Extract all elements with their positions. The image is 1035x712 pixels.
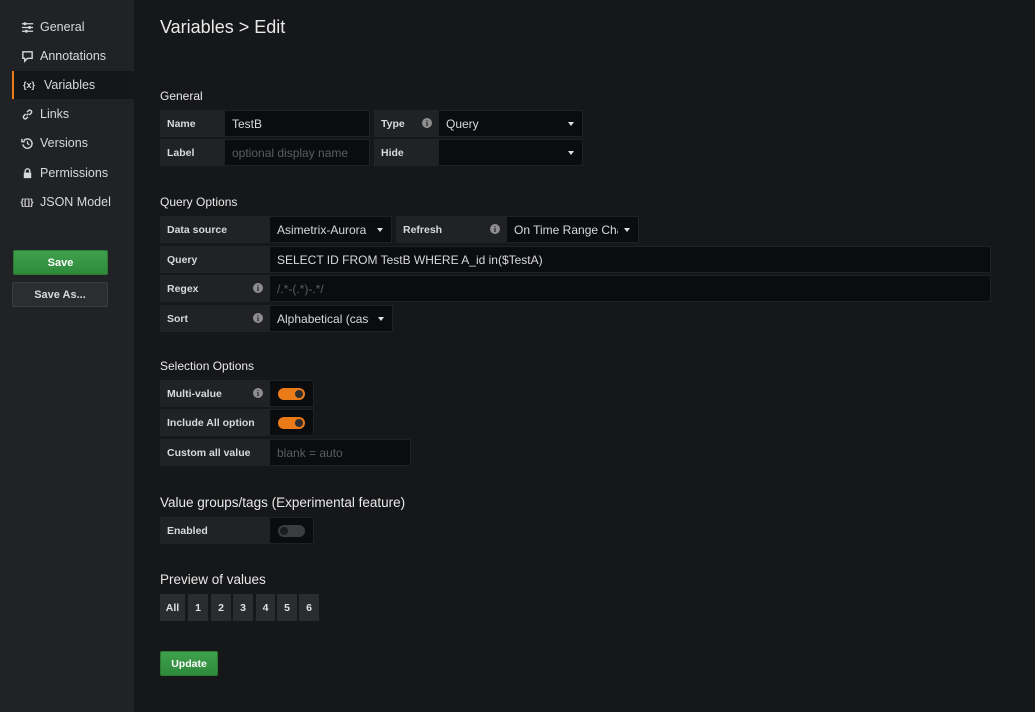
page-title: Variables > Edit: [160, 17, 286, 37]
query-input[interactable]: SELECT ID FROM TestB WHERE A_id in($Test…: [269, 246, 991, 273]
refresh-label: Refresh i: [396, 216, 506, 243]
section-preview-heading: Preview of values: [160, 572, 266, 587]
preview-value-chip: 5: [277, 594, 297, 621]
label-input[interactable]: optional display name: [224, 139, 370, 166]
update-button[interactable]: Update: [160, 651, 218, 676]
json-icon: {[]}: [20, 197, 34, 207]
sidebar-item-links[interactable]: Links: [12, 100, 134, 128]
preview-value-chip: 1: [188, 594, 208, 621]
preview-value-chip: 3: [233, 594, 253, 621]
custom-all-input[interactable]: blank = auto: [269, 439, 411, 466]
link-icon: [20, 107, 34, 121]
caret-down-icon: [624, 228, 630, 232]
preview-value-chip: All: [160, 594, 185, 621]
caret-down-icon: [568, 151, 574, 155]
sidebar-item-permissions[interactable]: Permissions: [12, 159, 134, 187]
multi-value-toggle-box: [269, 380, 314, 407]
sidebar-item-label: Variables: [44, 78, 96, 92]
enabled-toggle[interactable]: [278, 525, 305, 537]
section-value-groups-heading: Value groups/tags (Experimental feature): [160, 495, 406, 510]
sort-label: Sort i: [160, 305, 269, 332]
enabled-label: Enabled: [160, 517, 269, 544]
type-label: Type i: [374, 110, 438, 137]
save-as-button[interactable]: Save As...: [12, 282, 108, 307]
sliders-icon: [20, 20, 34, 34]
sidebar-item-label: Permissions: [40, 166, 109, 180]
comment-icon: [20, 49, 34, 63]
sidebar-item-annotations[interactable]: Annotations: [12, 42, 134, 70]
include-all-toggle-box: [269, 409, 314, 436]
refresh-label-text: Refresh: [403, 223, 443, 236]
section-query-options-heading: Query Options: [160, 195, 238, 209]
name-label: Name: [160, 110, 224, 137]
settings-sidebar: General Annotations {x} Variables Links …: [0, 0, 134, 712]
info-icon[interactable]: i: [422, 118, 432, 128]
enabled-toggle-box: [269, 517, 314, 544]
sidebar-item-general[interactable]: General: [12, 13, 134, 41]
sidebar-item-label: JSON Model: [40, 195, 111, 209]
query-label: Query: [160, 246, 269, 273]
regex-input[interactable]: /.*-(.*)-.*/: [269, 275, 991, 302]
caret-down-icon: [568, 122, 574, 126]
sidebar-item-versions[interactable]: Versions: [12, 129, 134, 157]
sidebar-item-label: Versions: [40, 136, 88, 150]
multi-value-label: Multi-value i: [160, 380, 269, 407]
datasource-select[interactable]: Asimetrix-Aurora: [269, 216, 392, 243]
hide-select[interactable]: [438, 139, 583, 166]
sort-label-text: Sort: [167, 312, 188, 325]
history-icon: [20, 136, 34, 150]
sort-select-value: Alphabetical (case: [277, 311, 369, 326]
regex-label: Regex i: [160, 275, 269, 302]
section-selection-options-heading: Selection Options: [160, 359, 255, 373]
info-icon[interactable]: i: [253, 388, 263, 398]
sidebar-item-label: Links: [40, 107, 70, 121]
variable-icon: {x}: [22, 80, 35, 90]
datasource-select-value: Asimetrix-Aurora: [277, 222, 367, 237]
lock-icon: [20, 166, 34, 180]
preview-value-chip: 4: [256, 594, 275, 621]
toggle-knob: [280, 527, 288, 535]
hide-label: Hide: [374, 139, 438, 166]
preview-value-chip: 2: [211, 594, 231, 621]
include-all-label: Include All option: [160, 409, 269, 436]
include-all-toggle[interactable]: [278, 417, 305, 429]
caret-down-icon: [377, 228, 383, 232]
info-icon[interactable]: i: [253, 283, 263, 293]
type-select-value: Query: [446, 116, 479, 131]
preview-value-chip: 6: [299, 594, 319, 621]
sidebar-item-label: Annotations: [40, 49, 107, 63]
toggle-knob: [295, 390, 303, 398]
sidebar-item-variables[interactable]: {x} Variables: [12, 71, 134, 99]
type-select[interactable]: Query: [438, 110, 583, 137]
toggle-knob: [295, 419, 303, 427]
multi-value-label-text: Multi-value: [167, 387, 222, 400]
section-general-heading: General: [160, 89, 203, 103]
type-label-text: Type: [381, 117, 405, 130]
regex-label-text: Regex: [167, 282, 199, 295]
custom-all-label: Custom all value: [160, 439, 269, 466]
multi-value-toggle[interactable]: [278, 388, 305, 400]
label-label: Label: [160, 139, 224, 166]
name-input[interactable]: TestB: [224, 110, 370, 137]
save-button[interactable]: Save: [13, 250, 108, 275]
refresh-select[interactable]: On Time Range Char: [506, 216, 639, 243]
caret-down-icon: [378, 317, 384, 321]
datasource-label: Data source: [160, 216, 269, 243]
sort-select[interactable]: Alphabetical (case: [269, 305, 393, 332]
refresh-select-value: On Time Range Char: [514, 222, 618, 237]
info-icon[interactable]: i: [253, 313, 263, 323]
sidebar-item-json-model[interactable]: {[]} JSON Model: [12, 188, 134, 216]
info-icon[interactable]: i: [490, 224, 500, 234]
sidebar-item-label: General: [40, 20, 85, 34]
